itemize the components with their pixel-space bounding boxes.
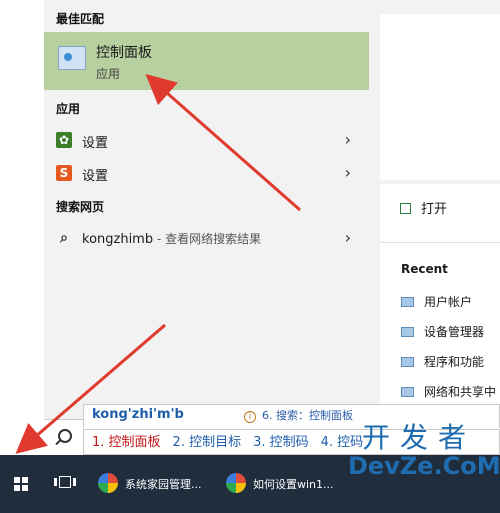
settings-gear-icon: ✿ — [56, 132, 72, 148]
app-result-label: 设置 — [82, 169, 109, 184]
app-result-label: 设置 — [82, 136, 109, 151]
best-match-control-panel[interactable]: 控制面板 应用 — [44, 32, 369, 90]
taskbar-app-label: 如何设置win1... — [253, 478, 334, 491]
recent-item[interactable]: 程序和功能 — [401, 353, 484, 370]
best-match-subtitle: 应用 — [96, 67, 121, 81]
ime-candidate[interactable]: 2. 控制目标 — [173, 431, 242, 450]
open-icon — [400, 203, 411, 214]
app-result-settings-sogou[interactable]: S 设置 › — [44, 157, 369, 189]
recent-item[interactable]: 设备管理器 — [401, 323, 484, 340]
divider — [380, 242, 500, 243]
search-icon — [58, 429, 72, 443]
desktop-background — [0, 0, 44, 455]
search-icon: ⌕ — [60, 230, 68, 246]
control-panel-icon — [58, 46, 86, 70]
details-header-card — [380, 14, 500, 180]
sogou-s-icon: S — [56, 165, 72, 181]
web-search-header: 搜索网页 — [56, 200, 105, 214]
recent-item[interactable]: 网络和共享中 — [401, 383, 496, 400]
recent-item-label: 网络和共享中 — [424, 385, 497, 399]
browser-icon — [226, 473, 246, 493]
info-icon: i — [244, 411, 256, 423]
recent-item-label: 程序和功能 — [424, 355, 485, 369]
ime-candidates: 1. 控制面板 2. 控制目标 3. 控制码 4. 控码 — [92, 431, 375, 450]
control-panel-item-icon — [401, 297, 414, 307]
ime-candidate[interactable]: 1. 控制面板 — [92, 431, 161, 450]
chevron-right-icon[interactable]: › — [345, 228, 351, 247]
windows-logo-icon — [14, 477, 28, 491]
ime-candidate[interactable]: 4. 控码 — [321, 431, 364, 450]
control-panel-item-icon — [401, 357, 414, 367]
ime-pinyin: kong'zhi'm'b — [92, 407, 184, 422]
recent-item-label: 用户帐户 — [424, 295, 473, 309]
task-view-icon — [59, 476, 71, 488]
recent-item-label: 设备管理器 — [424, 325, 485, 339]
ime-search-text: 6. 搜索：控制面板 — [262, 409, 353, 422]
best-match-title: 控制面板 — [96, 45, 152, 61]
web-search-text: kongzhimb - 查看网络搜索结果 — [82, 230, 261, 247]
ime-search-hint[interactable]: i 6. 搜索：控制面板 — [244, 407, 353, 423]
control-panel-item-icon — [401, 387, 414, 397]
taskbar-app[interactable]: 如何设置win1... — [226, 467, 356, 499]
web-search-suffix: - 查看网络搜索结果 — [153, 232, 262, 246]
ime-candidate[interactable]: 3. 控制码 — [253, 431, 309, 450]
browser-icon — [98, 473, 118, 493]
web-search-result[interactable]: ⌕ kongzhimb - 查看网络搜索结果 › — [44, 222, 369, 254]
recent-title: Recent — [401, 262, 448, 276]
ime-composition-box: kong'zhi'm'b i 6. 搜索：控制面板 — [83, 404, 500, 428]
control-panel-item-icon — [401, 327, 414, 337]
chevron-right-icon[interactable]: › — [345, 163, 351, 182]
task-view-button[interactable] — [54, 473, 76, 493]
chevron-right-icon[interactable]: › — [345, 130, 351, 149]
taskbar-app-label: 系统家园管理... — [125, 478, 202, 491]
best-match-header: 最佳匹配 — [56, 12, 105, 26]
web-search-query: kongzhimb — [82, 232, 154, 247]
recent-item[interactable]: 用户帐户 — [401, 293, 472, 310]
open-label: 打开 — [421, 202, 448, 217]
open-action[interactable]: 打开 — [400, 198, 447, 217]
taskbar: 系统家园管理... 如何设置win1... — [0, 455, 500, 513]
taskbar-app[interactable]: 系统家园管理... — [98, 467, 218, 499]
apps-header: 应用 — [56, 102, 81, 116]
app-result-settings[interactable]: ✿ 设置 › — [44, 124, 369, 156]
start-button[interactable] — [0, 455, 44, 513]
